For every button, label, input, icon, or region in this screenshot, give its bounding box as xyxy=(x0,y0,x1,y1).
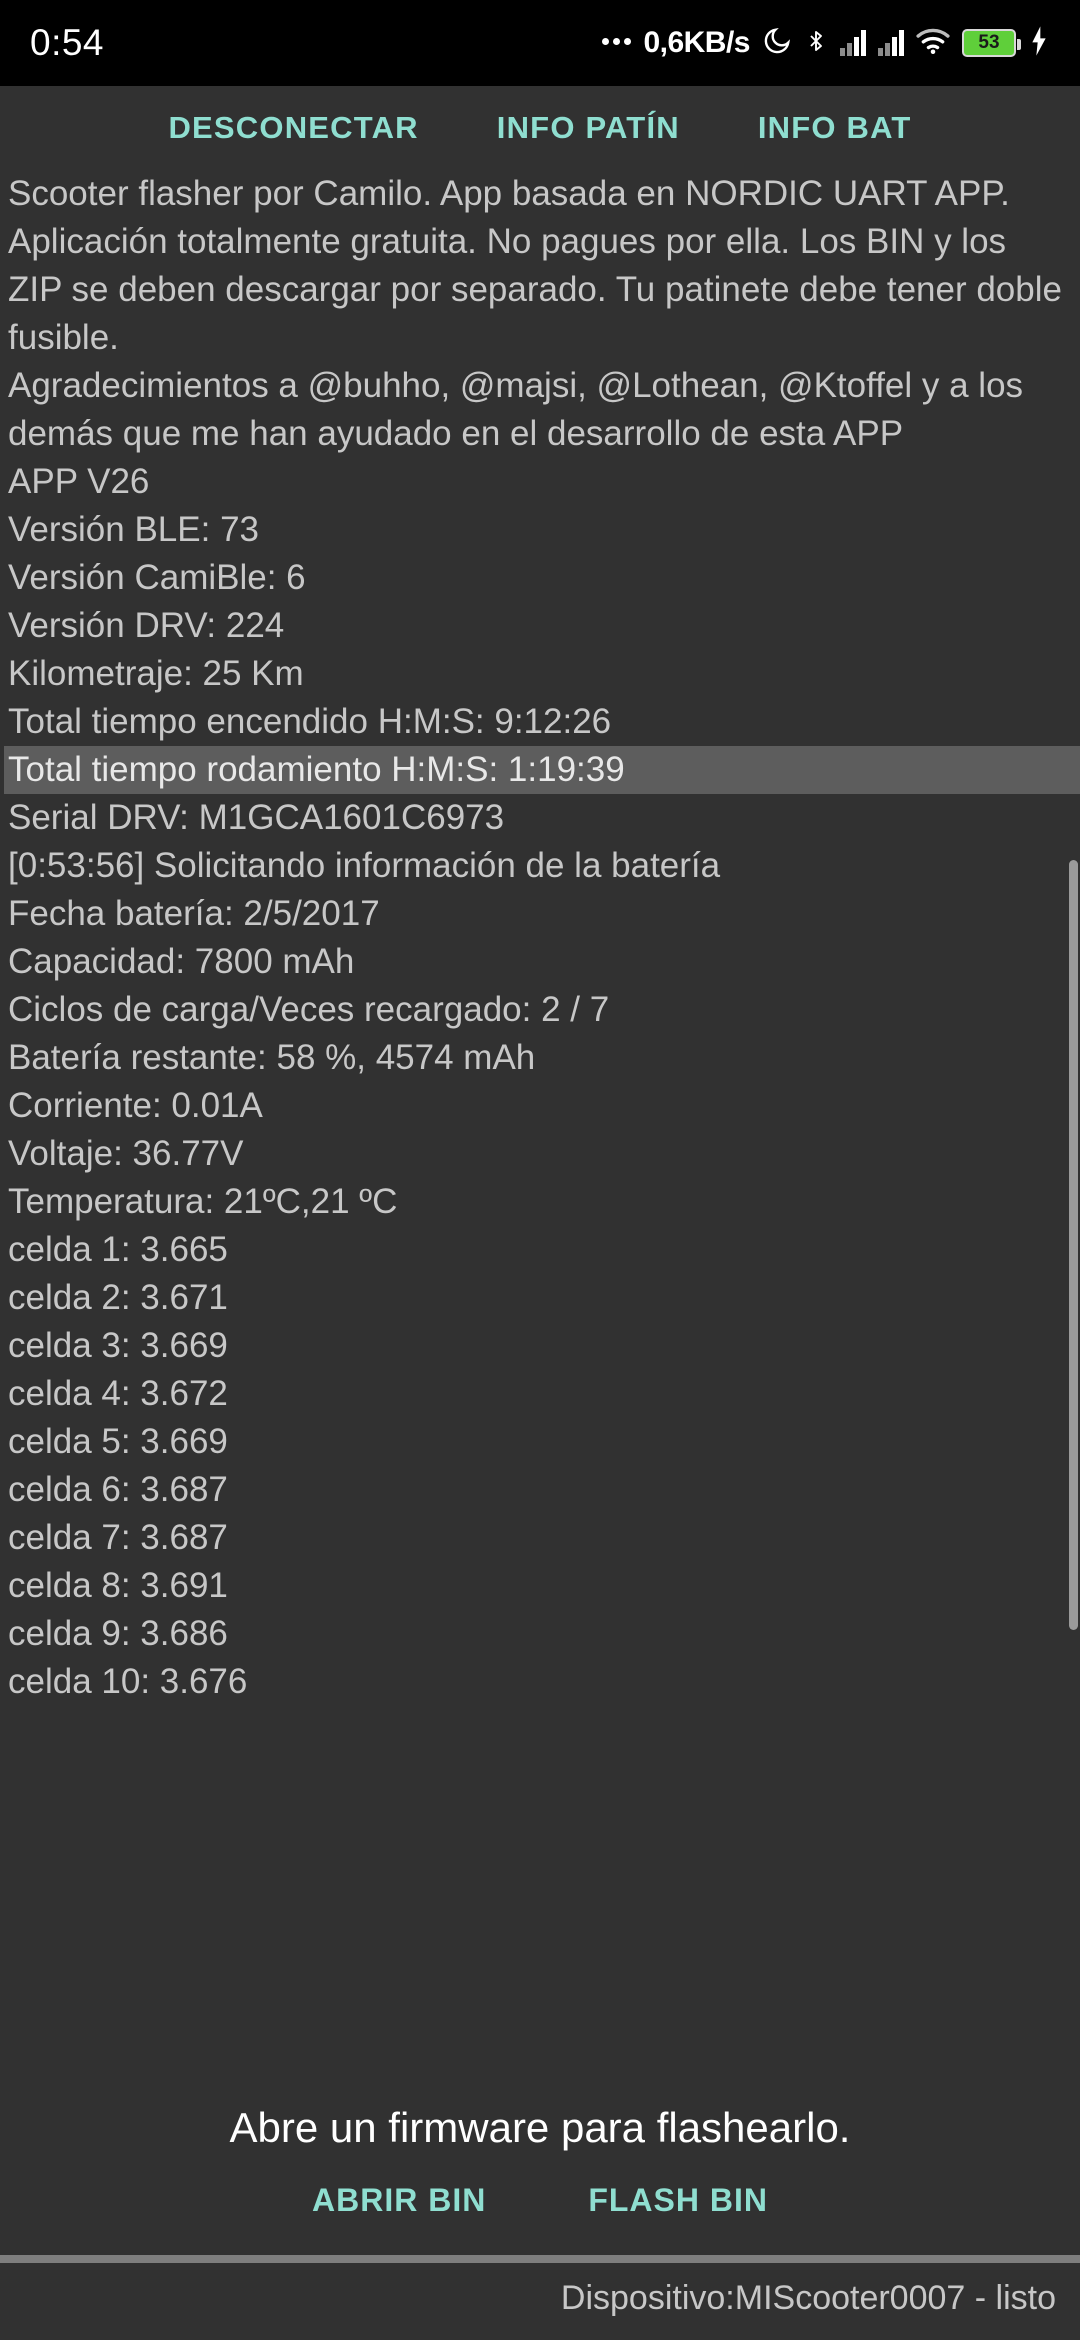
log-line: celda 4: 3.672 xyxy=(8,1374,228,1413)
log-line: Temperatura: 21ºC,21 ºC xyxy=(8,1182,398,1221)
vertical-scrollbar[interactable] xyxy=(1069,860,1078,1630)
log-line: Fecha batería: 2/5/2017 xyxy=(8,894,380,933)
log-scroll-area[interactable]: Scooter flasher por Camilo. App basada e… xyxy=(0,170,1080,2082)
log-line: Corriente: 0.01A xyxy=(8,1086,263,1125)
log-line: celda 2: 3.671 xyxy=(8,1278,228,1317)
log-line: APP V26 xyxy=(8,462,150,501)
log-line: Versión DRV: 224 xyxy=(8,606,285,645)
log-line: celda 6: 3.687 xyxy=(8,1470,228,1509)
log-line: Agradecimientos a @buhho, @majsi, @Lothe… xyxy=(8,366,1033,453)
log-line: celda 10: 3.676 xyxy=(8,1662,248,1701)
abrir-bin-button[interactable]: ABRIR BIN xyxy=(296,2172,502,2229)
dnd-moon-icon xyxy=(762,25,792,62)
battery-icon: 53 xyxy=(962,29,1021,57)
signal-bars-icon xyxy=(878,30,904,56)
system-status-bar: 0:54 0,6KB/s 53 xyxy=(0,0,1080,86)
log-line: Total tiempo rodamiento H:M:S: 1:19:39 xyxy=(4,746,1080,794)
flash-panel: Abre un firmware para flashearlo. ABRIR … xyxy=(0,2082,1080,2340)
wifi-icon xyxy=(916,26,950,61)
action-tab-bar: DESCONECTAR INFO PATÍN INFO BAT xyxy=(0,86,1080,170)
log-list: Scooter flasher por Camilo. App basada e… xyxy=(0,170,1080,1706)
log-line: celda 7: 3.687 xyxy=(8,1518,228,1557)
log-line: Versión CamiBle: 6 xyxy=(8,558,306,597)
flash-bin-button[interactable]: FLASH BIN xyxy=(572,2172,784,2229)
log-line: Batería restante: 58 %, 4574 mAh xyxy=(8,1038,536,1077)
bluetooth-icon xyxy=(804,25,828,62)
log-line: Ciclos de carga/Veces recargado: 2 / 7 xyxy=(8,990,610,1029)
log-line: celda 5: 3.669 xyxy=(8,1422,228,1461)
log-line: Serial DRV: M1GCA1601C6973 xyxy=(8,798,505,837)
log-line: celda 8: 3.691 xyxy=(8,1566,228,1605)
status-clock: 0:54 xyxy=(30,22,105,63)
signal-bars-icon xyxy=(840,30,866,56)
log-line: celda 3: 3.669 xyxy=(8,1326,228,1365)
tab-info-bat[interactable]: INFO BAT xyxy=(744,102,926,154)
device-status-label: Dispositivo:MIScooter0007 - listo xyxy=(0,2263,1080,2340)
battery-percent-label: 53 xyxy=(978,32,1000,53)
flash-action-row: ABRIR BIN FLASH BIN xyxy=(0,2166,1080,2255)
log-line: Capacidad: 7800 mAh xyxy=(8,942,355,981)
log-line: Kilometraje: 25 Km xyxy=(8,654,304,693)
footer-divider xyxy=(0,2255,1080,2263)
network-speed-label: 0,6KB/s xyxy=(643,26,750,59)
log-line: [0:53:56] Solicitando información de la … xyxy=(8,846,721,885)
tab-info-patin[interactable]: INFO PATÍN xyxy=(483,102,694,154)
overflow-dots-icon xyxy=(602,37,632,49)
charging-bolt-icon xyxy=(1028,25,1050,62)
log-line: Scooter flasher por Camilo. App basada e… xyxy=(8,174,1072,357)
status-icons: 0,6KB/s 53 xyxy=(602,25,1050,62)
log-line: celda 1: 3.665 xyxy=(8,1230,228,1269)
log-line: Total tiempo encendido H:M:S: 9:12:26 xyxy=(8,702,612,741)
log-line: celda 9: 3.686 xyxy=(8,1614,228,1653)
flash-status-message: Abre un firmware para flashearlo. xyxy=(229,2104,851,2151)
tab-desconectar[interactable]: DESCONECTAR xyxy=(154,102,432,154)
app-screen: 0:54 0,6KB/s 53 DESCONECTAR INFO PATÍN I… xyxy=(0,0,1080,2340)
log-line: Voltaje: 36.77V xyxy=(8,1134,244,1173)
log-line: Versión BLE: 73 xyxy=(8,510,259,549)
